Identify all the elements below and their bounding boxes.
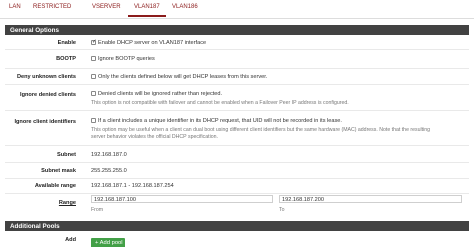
- bootp-text: Ignore BOOTP queries: [98, 56, 155, 62]
- range-label: Range: [58, 200, 76, 206]
- available-range-value: 192.168.187.1 - 192.168.187.254: [91, 183, 174, 189]
- add-pool-button[interactable]: + Add pool: [91, 238, 125, 247]
- available-range-label: Available range: [34, 183, 76, 189]
- subnet-value: 192.168.187.0: [91, 152, 127, 158]
- general-options-header: General Options: [5, 25, 469, 35]
- add-label: Add: [65, 237, 76, 243]
- ignore-identifiers-label: Ignore client identifiers: [14, 119, 76, 125]
- ignore-identifiers-text: If a client includes a unique identifier…: [98, 118, 342, 124]
- tab-vlan187[interactable]: VLAN187: [134, 4, 160, 10]
- enable-row: Enable Enable DHCP server on VLAN187 int…: [5, 35, 469, 50]
- subnet-row: Subnet 192.168.187.0: [5, 146, 469, 163]
- bootp-row: BOOTP Ignore BOOTP queries: [5, 50, 469, 69]
- range-to-input[interactable]: 192.168.187.200: [279, 195, 462, 203]
- tab-restricted[interactable]: RESTRICTED: [33, 4, 71, 10]
- subnet-mask-value: 255.255.255.0: [91, 168, 127, 174]
- enable-text: Enable DHCP server on VLAN187 interface: [98, 40, 207, 46]
- active-tab-indicator: [128, 15, 166, 17]
- range-to-label: To: [279, 207, 285, 213]
- tab-vlan186[interactable]: VLAN186: [172, 4, 198, 10]
- range-row: Range 192.168.187.100 From 192.168.187.2…: [5, 194, 469, 217]
- ignore-identifiers-help-2: server behavior violates the official DH…: [91, 134, 218, 140]
- subnet-mask-label: Subnet mask: [41, 168, 76, 174]
- enable-label: Enable: [57, 40, 76, 46]
- subnet-label: Subnet: [57, 152, 76, 158]
- ignore-denied-label: Ignore denied clients: [20, 92, 76, 98]
- range-from-label: From: [91, 207, 104, 213]
- deny-unknown-text: Only the clients defined below will get …: [98, 74, 268, 80]
- add-pool-row: Add: [5, 231, 469, 247]
- bootp-label: BOOTP: [56, 56, 76, 62]
- ignore-identifiers-row: Ignore client identifiers If a client in…: [5, 111, 469, 146]
- ignore-denied-text: Denied clients will be ignored rather th…: [98, 91, 223, 97]
- bootp-checkbox[interactable]: [91, 56, 96, 61]
- deny-unknown-label: Deny unknown clients: [16, 74, 76, 80]
- ignore-denied-checkbox[interactable]: [91, 91, 96, 96]
- deny-unknown-checkbox[interactable]: [91, 74, 96, 79]
- ignore-denied-row: Ignore denied clients Denied clients wil…: [5, 85, 469, 111]
- enable-checkbox[interactable]: [91, 39, 97, 45]
- range-from-input[interactable]: 192.168.187.100: [91, 195, 273, 203]
- ignore-identifiers-checkbox[interactable]: [91, 118, 96, 123]
- ignore-identifiers-help-1: This option may be useful when a client …: [91, 127, 431, 133]
- deny-unknown-row: Deny unknown clients Only the clients de…: [5, 69, 469, 85]
- additional-pools-header: Additional Pools: [5, 221, 469, 231]
- ignore-denied-help: This option is not compatible with failo…: [91, 100, 349, 106]
- subnet-mask-row: Subnet mask 255.255.255.0: [5, 163, 469, 179]
- tab-vserver[interactable]: VSERVER: [92, 4, 121, 10]
- tab-lan[interactable]: LAN: [9, 4, 21, 10]
- tab-bar: LAN RESTRICTED VSERVER VLAN187 VLAN186: [0, 0, 474, 19]
- available-range-row: Available range 192.168.187.1 - 192.168.…: [5, 179, 469, 194]
